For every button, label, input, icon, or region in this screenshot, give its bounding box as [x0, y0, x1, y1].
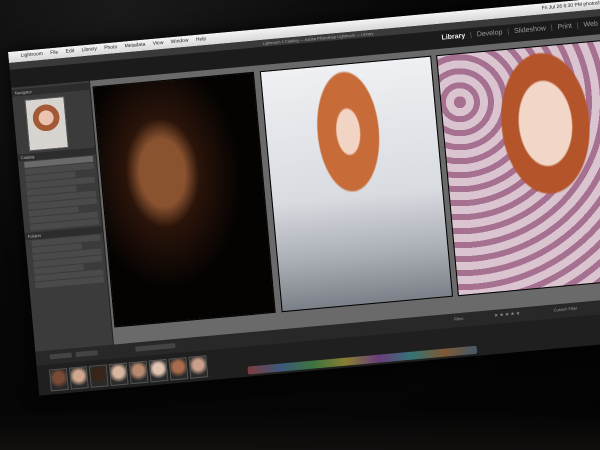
module-library[interactable]: Library [441, 33, 465, 42]
photo-cell-1[interactable] [92, 71, 276, 328]
module-slideshow[interactable]: Slideshow [514, 25, 546, 35]
filter-label: Filter: [453, 315, 465, 322]
filmstrip-thumbnail[interactable] [188, 355, 209, 379]
module-print[interactable]: Print [557, 23, 572, 31]
survey-view [89, 31, 600, 345]
rating-filter[interactable]: ★★★★★ [494, 311, 522, 319]
view-mode-button[interactable] [49, 352, 72, 360]
photo-cell-2[interactable] [259, 55, 454, 313]
photo-cell-3[interactable] [436, 38, 600, 297]
photo-subject-1 [115, 304, 274, 319]
filmstrip-thumbnail[interactable] [108, 362, 129, 387]
menubar-user[interactable]: photoshymm [583, 0, 600, 8]
photo-subject-3 [458, 270, 600, 287]
filmstrip-thumbnail[interactable] [148, 358, 169, 383]
desk-surface [0, 410, 600, 450]
catalog-label: Catalog [20, 154, 35, 161]
photo-scene: Lightroom File Edit Library Photo Metada… [0, 0, 600, 450]
module-separator: | [469, 31, 473, 40]
navigator-preview[interactable] [24, 96, 69, 152]
filmstrip-thumbnail[interactable] [128, 360, 149, 385]
custom-filter-dropdown[interactable]: Custom Filter [553, 305, 577, 312]
filmstrip-thumbnail[interactable] [88, 364, 109, 388]
module-separator: | [576, 22, 580, 30]
filmstrip-thumbnail[interactable] [68, 366, 89, 390]
module-separator: | [507, 28, 510, 36]
folders-label: Folders [27, 232, 42, 239]
view-mode-button[interactable] [75, 350, 98, 358]
filmstrip-thumbnail[interactable] [48, 367, 69, 392]
module-web[interactable]: Web [583, 20, 598, 28]
photo-subject-2 [282, 288, 451, 303]
module-develop[interactable]: Develop [477, 29, 503, 38]
module-separator: | [550, 24, 554, 32]
monitor-screen: Lightroom File Edit Library Photo Metada… [8, 0, 600, 396]
sort-control[interactable] [135, 343, 176, 352]
navigator-label: Navigator [14, 89, 33, 96]
menu-file[interactable]: File [50, 47, 59, 59]
menubar-clock[interactable]: Fri Jul 26 6:30 PM [541, 2, 582, 12]
filmstrip-thumbnail[interactable] [168, 357, 189, 381]
menu-edit[interactable]: Edit [65, 46, 75, 58]
